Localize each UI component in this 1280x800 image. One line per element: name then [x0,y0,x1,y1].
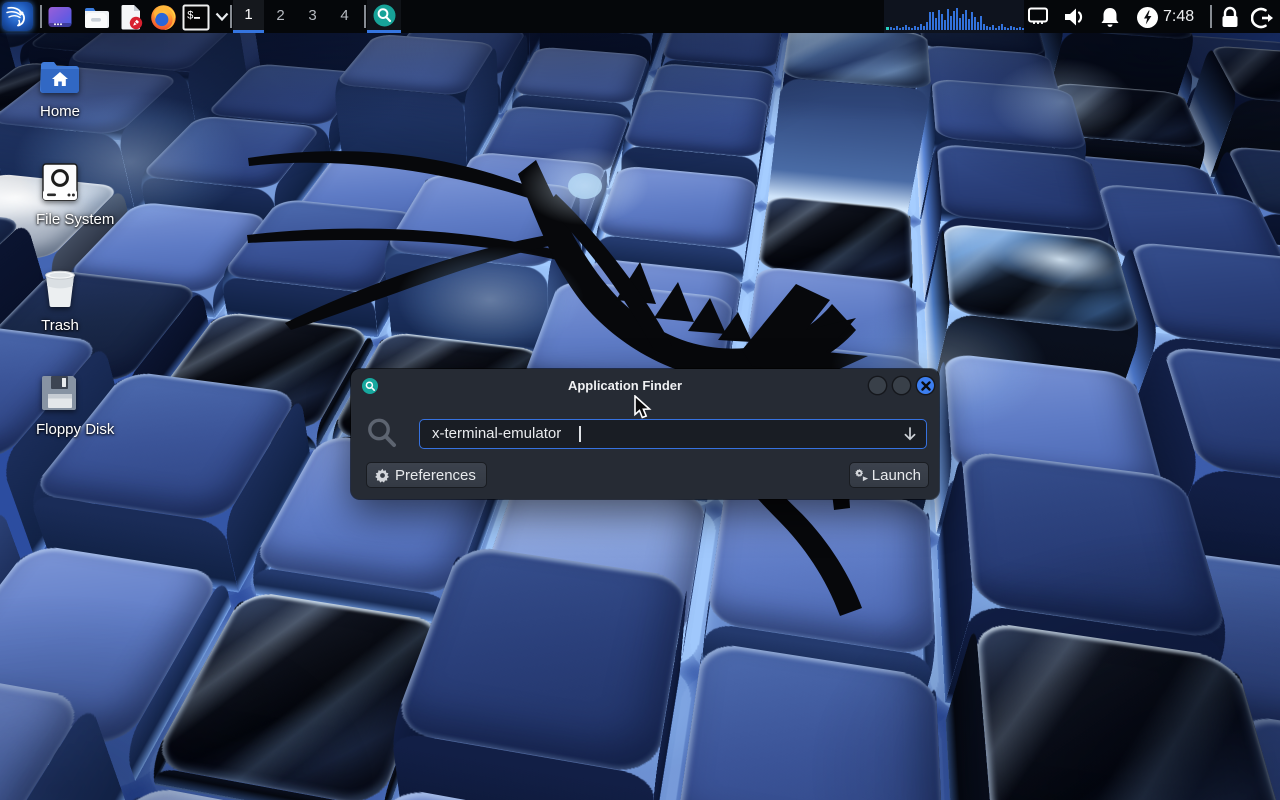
svg-text:$: $ [187,11,194,23]
